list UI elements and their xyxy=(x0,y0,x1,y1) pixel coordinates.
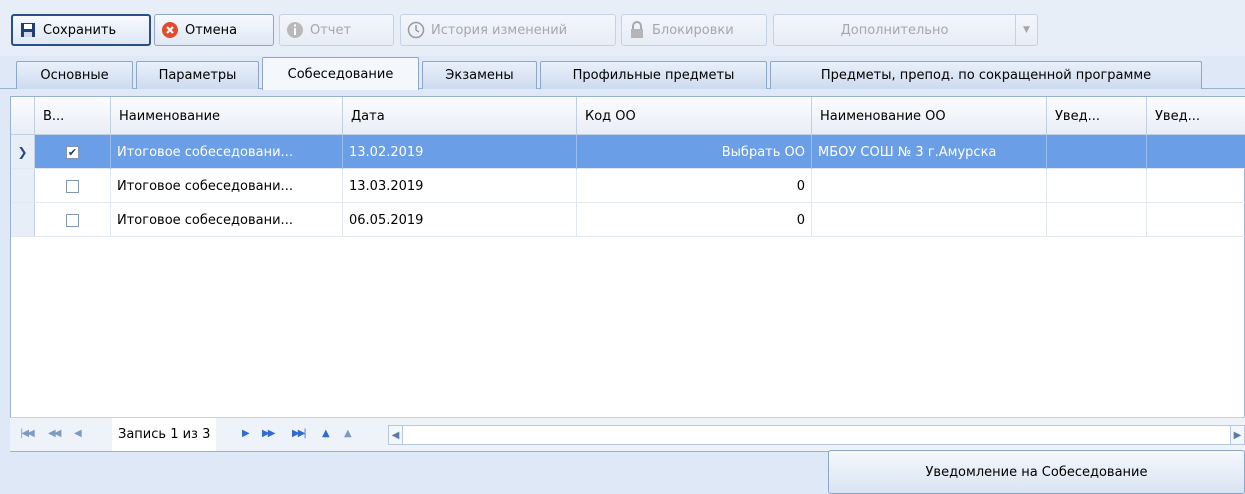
floppy-disk-icon xyxy=(19,21,37,39)
header-indicator xyxy=(11,97,35,135)
row-notify-1[interactable] xyxy=(1047,203,1147,237)
last-page-icon[interactable]: ▶▶| xyxy=(292,428,307,439)
report-label: Отчет xyxy=(310,22,352,38)
interview-grid: В... Наименование Дата Код ОО Наименован… xyxy=(10,96,1245,452)
row-notify-2[interactable] xyxy=(1147,203,1245,237)
padlock-icon xyxy=(628,21,646,39)
tab-profile-subjects[interactable]: Профильные предметы xyxy=(540,61,767,89)
tab-label: Экзамены xyxy=(445,68,514,83)
column-header-notify-1[interactable]: Увед... xyxy=(1047,97,1147,135)
tab-bar: Основные Параметры Собеседование Экзамен… xyxy=(0,56,1245,90)
save-label: Сохранить xyxy=(43,22,117,38)
row-checkbox-cell[interactable] xyxy=(35,203,111,237)
table-row[interactable]: ❯ ✔ Итоговое собеседовани... 13.02.2019 … xyxy=(11,135,1245,169)
tab-label: Параметры xyxy=(158,68,237,83)
row-checkbox-cell[interactable]: ✔ xyxy=(35,135,111,169)
row-date[interactable]: 13.03.2019 xyxy=(343,169,577,203)
save-button[interactable]: Сохранить xyxy=(11,14,151,46)
tab-interview[interactable]: Собеседование xyxy=(262,57,419,90)
scroll-right-icon[interactable]: ▶ xyxy=(1230,426,1244,444)
column-header-org-code[interactable]: Код ОО xyxy=(577,97,812,135)
more-dropdown[interactable]: Дополнительно ▼ xyxy=(773,14,1038,46)
first-page-icon[interactable]: |◀◀ xyxy=(20,428,35,439)
prev-page-icon[interactable]: ◀◀ xyxy=(48,428,61,439)
notify-interview-label: Уведомление на Собеседование xyxy=(925,464,1148,480)
table-row[interactable]: Итоговое собеседовани... 06.05.2019 0 xyxy=(11,203,1245,237)
row-date[interactable]: 13.02.2019 xyxy=(343,135,577,169)
row-name[interactable]: Итоговое собеседовани... xyxy=(111,135,343,169)
history-label: История изменений xyxy=(431,22,568,38)
tab-main[interactable]: Основные xyxy=(16,61,133,89)
row-org-code[interactable]: Выбрать ОО xyxy=(577,135,812,169)
column-label: Увед... xyxy=(1055,108,1100,124)
scroll-left-icon[interactable]: ◀ xyxy=(389,426,403,444)
row-date[interactable]: 06.05.2019 xyxy=(343,203,577,237)
row-indicator xyxy=(11,203,35,236)
locks-label: Блокировки xyxy=(652,22,734,38)
delete-record-icon[interactable]: ▲ xyxy=(344,428,352,439)
row-org-name[interactable]: МБОУ СОШ № 3 г.Амурска xyxy=(812,135,1047,169)
row-checkbox-cell[interactable] xyxy=(35,169,111,203)
next-page-icon[interactable]: ▶▶ xyxy=(262,428,275,439)
prev-record-icon[interactable]: ◀ xyxy=(74,428,82,439)
notify-interview-button[interactable]: Уведомление на Собеседование xyxy=(828,450,1245,494)
column-header-org-name[interactable]: Наименование ОО xyxy=(812,97,1047,135)
record-navigator: |◀◀ ◀◀ ◀ Запись 1 из 3 ▶ ▶▶ ▶▶| ▲ ▲ ◀ ▶ xyxy=(10,417,1245,451)
table-row[interactable]: Итоговое собеседовани... 13.03.2019 0 xyxy=(11,169,1245,203)
tab-label: Профильные предметы xyxy=(572,68,735,83)
horizontal-scrollbar[interactable]: ◀ ▶ xyxy=(388,425,1245,445)
column-header-name[interactable]: Наименование xyxy=(111,97,343,135)
row-notify-2[interactable] xyxy=(1147,169,1245,203)
column-label: Дата xyxy=(351,108,385,124)
row-org-name[interactable] xyxy=(812,203,1047,237)
toolbar: Сохранить Отмена Отчет История изменений… xyxy=(0,0,1245,56)
record-counter: Запись 1 из 3 xyxy=(112,418,217,451)
tab-label: Собеседование xyxy=(287,66,394,82)
row-name[interactable]: Итоговое собеседовани... xyxy=(111,169,343,203)
tab-label: Предметы, препод. по сокращенной програм… xyxy=(820,68,1152,83)
row-notify-2[interactable] xyxy=(1147,135,1245,169)
row-org-name[interactable] xyxy=(812,169,1047,203)
column-label: В... xyxy=(43,108,65,124)
report-button[interactable]: Отчет xyxy=(279,14,394,46)
column-label: Наименование ОО xyxy=(820,108,946,124)
column-label: Увед... xyxy=(1155,108,1200,124)
append-record-icon[interactable]: ▲ xyxy=(322,428,330,439)
column-header-notify-2[interactable]: Увед... xyxy=(1147,97,1245,135)
next-record-icon[interactable]: ▶ xyxy=(242,428,250,439)
tab-parameters[interactable]: Параметры xyxy=(136,61,259,89)
tab-exams[interactable]: Экзамены xyxy=(422,61,537,89)
column-label: Код ОО xyxy=(585,108,636,124)
cancel-x-icon xyxy=(161,21,179,39)
clock-icon xyxy=(407,21,425,39)
history-button[interactable]: История изменений xyxy=(400,14,616,46)
grid-header: В... Наименование Дата Код ОО Наименован… xyxy=(11,97,1245,135)
row-org-code[interactable]: 0 xyxy=(577,203,812,237)
more-label: Дополнительно xyxy=(840,22,949,38)
tab-shortened-program-subjects[interactable]: Предметы, препод. по сокращенной програм… xyxy=(770,61,1202,89)
column-label: Наименование xyxy=(119,108,221,124)
row-notify-1[interactable] xyxy=(1047,135,1147,169)
cancel-label: Отмена xyxy=(185,22,238,38)
cancel-button[interactable]: Отмена xyxy=(154,14,274,46)
row-indicator xyxy=(11,169,35,202)
row-pointer-icon: ❯ xyxy=(11,135,35,168)
locks-button[interactable]: Блокировки xyxy=(621,14,767,46)
chevron-down-icon[interactable]: ▼ xyxy=(1015,15,1037,45)
info-icon xyxy=(286,21,304,39)
checkbox-checked[interactable]: ✔ xyxy=(66,145,79,159)
checkbox-unchecked[interactable] xyxy=(66,179,79,193)
column-header-selected[interactable]: В... xyxy=(35,97,111,135)
row-org-code[interactable]: 0 xyxy=(577,169,812,203)
row-name[interactable]: Итоговое собеседовани... xyxy=(111,203,343,237)
column-header-date[interactable]: Дата xyxy=(343,97,577,135)
row-notify-1[interactable] xyxy=(1047,169,1147,203)
checkbox-unchecked[interactable] xyxy=(66,213,79,227)
tab-label: Основные xyxy=(40,68,109,83)
